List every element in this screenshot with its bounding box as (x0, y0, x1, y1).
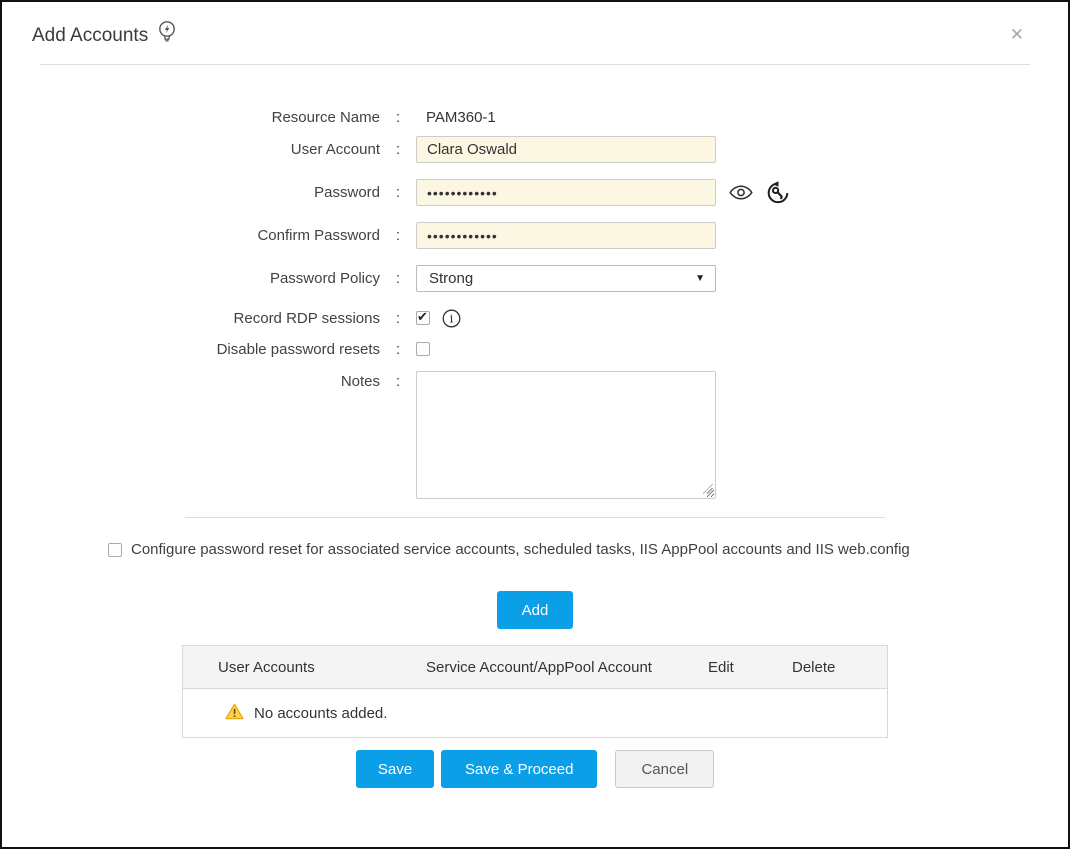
user-account-label: User Account (2, 141, 380, 158)
page-title: Add Accounts (32, 25, 148, 47)
section-divider (185, 517, 885, 518)
empty-table-row: No accounts added. (183, 689, 887, 737)
notes-label: Notes (2, 371, 380, 390)
add-button[interactable]: Add (497, 591, 573, 629)
confirm-password-row: Confirm Password : (2, 222, 1068, 249)
confirm-password-label: Confirm Password (2, 227, 380, 244)
disable-resets-checkbox[interactable] (416, 342, 430, 356)
colon: : (380, 227, 416, 244)
notes-textarea[interactable] (416, 371, 716, 499)
colon: : (380, 310, 416, 327)
show-password-eye-icon[interactable] (729, 185, 753, 200)
configure-reset-label: Configure password reset for associated … (131, 541, 910, 558)
col-delete: Delete (792, 659, 889, 676)
disable-resets-row: Disable password resets : (2, 339, 1068, 359)
accounts-table-header: User Accounts Service Account/AppPool Ac… (183, 646, 887, 689)
dialog-header: Add Accounts ✕ (2, 2, 1068, 65)
resource-name-row: Resource Name : PAM360-1 (2, 109, 1068, 126)
colon: : (380, 141, 416, 158)
cancel-button[interactable]: Cancel (615, 750, 714, 788)
colon: : (380, 109, 416, 126)
password-input[interactable] (416, 179, 716, 206)
resource-name-label: Resource Name (2, 109, 380, 126)
save-button[interactable]: Save (356, 750, 434, 788)
col-user-accounts: User Accounts (183, 659, 426, 676)
add-accounts-dialog: Add Accounts ✕ Resource Name : PAM360-1 … (0, 0, 1070, 849)
record-rdp-label: Record RDP sessions (2, 310, 380, 327)
colon: : (380, 341, 416, 358)
svg-text:i: i (450, 311, 454, 325)
colon: : (380, 184, 416, 201)
user-account-input[interactable] (416, 136, 716, 163)
password-policy-select[interactable]: Strong ▼ (416, 265, 716, 292)
user-account-row: User Account : (2, 136, 1068, 163)
resource-name-value: PAM360-1 (416, 109, 496, 126)
header-divider (40, 64, 1030, 65)
accounts-table: User Accounts Service Account/AppPool Ac… (182, 645, 888, 738)
notes-row: Notes : (2, 371, 1068, 499)
account-form: Resource Name : PAM360-1 User Account : … (2, 109, 1068, 499)
colon: : (380, 270, 416, 287)
record-rdp-checkbox[interactable] (416, 311, 430, 325)
empty-message: No accounts added. (254, 705, 387, 722)
confirm-password-input[interactable] (416, 222, 716, 249)
help-bulb-icon[interactable] (158, 20, 176, 50)
password-label: Password (2, 184, 380, 201)
close-icon[interactable]: ✕ (1010, 26, 1024, 43)
password-row: Password : (2, 179, 1068, 206)
generate-password-icon[interactable] (766, 181, 790, 205)
col-edit: Edit (708, 659, 792, 676)
password-policy-value: Strong (429, 270, 473, 287)
save-and-proceed-button[interactable]: Save & Proceed (441, 750, 597, 788)
colon: : (380, 371, 416, 390)
record-rdp-row: Record RDP sessions : i (2, 308, 1068, 328)
password-policy-row: Password Policy : Strong ▼ (2, 265, 1068, 292)
password-policy-label: Password Policy (2, 270, 380, 287)
footer-actions: Save Save & Proceed Cancel (2, 750, 1068, 788)
configure-reset-row: Configure password reset for associated … (108, 541, 1068, 558)
disable-resets-label: Disable password resets (2, 341, 380, 358)
chevron-down-icon: ▼ (695, 273, 705, 284)
configure-reset-checkbox[interactable] (108, 543, 122, 557)
info-icon[interactable]: i (442, 309, 461, 328)
warning-icon (225, 703, 244, 724)
col-service-account: Service Account/AppPool Account (426, 659, 708, 676)
